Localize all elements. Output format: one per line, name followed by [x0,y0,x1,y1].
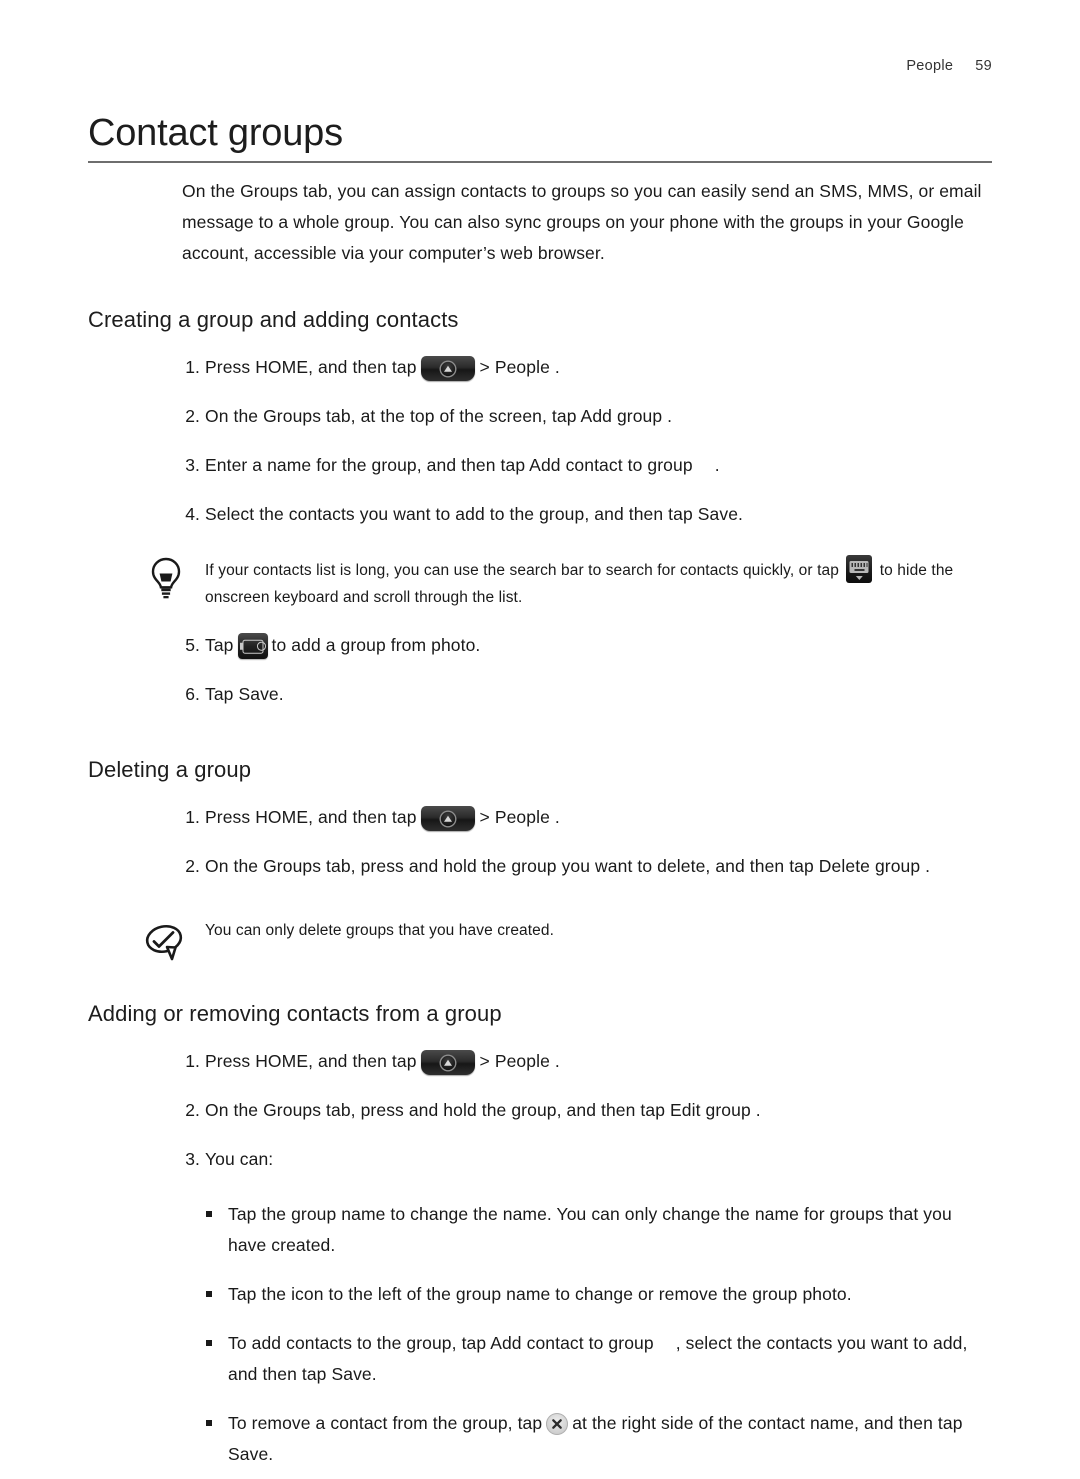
step-number: 3. [185,455,200,475]
bullet-text: Tap the group name to change the name. Y… [228,1204,952,1255]
step-item: 1. Press HOME, and then tap > People . [185,343,1010,392]
step-text: On the Groups tab, press and hold the gr… [205,856,931,876]
page-title: Contact groups [88,112,343,154]
list-item: To remove a contact from the group, tap a… [206,1399,992,1479]
camera-icon[interactable] [237,633,268,659]
step-text: On the Groups tab, press and hold the gr… [205,1100,761,1120]
note-bubble-icon [140,917,192,969]
step-item: 2. On the Groups tab, press and hold the … [185,1086,1010,1135]
lightbulb-icon [140,551,192,603]
step-item: 1. Press HOME, and then tap > People . [185,793,1010,842]
page-running-header: People 59 [906,58,992,74]
intro-paragraph: On the Groups tab, you can assign contac… [182,181,982,263]
step-number: 2. [185,406,200,426]
square-bullet-icon [206,1340,212,1346]
bullet-text: Tap the icon to the left of the group na… [228,1284,852,1304]
step-text-after: to add a group from photo. [271,635,481,655]
list-item: To add contacts to the group, tap Add co… [206,1319,992,1399]
step-number: 1. [185,357,200,377]
step-text: Tap [205,635,234,655]
title-divider [88,161,992,163]
bullet-text: To remove a contact from the group, tap [228,1413,543,1433]
step-number: 2. [185,1100,200,1120]
section-heading-adding-removing-contacts: Adding or removing contacts from a group [88,1001,502,1026]
step-text-after: > People . [479,1051,560,1071]
step-text-after: > People . [479,357,560,377]
step-number: 5. [185,635,200,655]
step-text-after: . [714,455,720,475]
header-chapter-label: People [906,58,954,74]
step-item: 1. Press HOME, and then tap > People . [185,1037,1010,1086]
step-number: 3. [185,1149,200,1169]
step-item: 2. On the Groups tab, press and hold the … [185,842,1010,891]
steps-list-creating-group: 1. Press HOME, and then tap > People . 2. O… [0,343,1080,539]
step-number: 4. [185,504,200,524]
step-text: Press HOME, and then tap [205,807,417,827]
home-button-icon[interactable] [420,1050,475,1075]
list-item: Tap the icon to the left of the group na… [206,1270,992,1319]
note-callout: You can only delete groups that you have… [140,917,1008,963]
square-bullet-icon [206,1291,212,1297]
list-item: Tap the group name to change the name. Y… [206,1190,992,1270]
document-body: On the Groups tab, you can assign contac… [0,176,1080,1479]
step-text: Tap Save. [205,684,284,704]
step-item: 3. Enter a name for the group, and then t… [185,441,1010,490]
step-text-after: > People . [479,807,560,827]
step-text: Enter a name for the group, and then tap… [205,455,693,475]
home-button-icon[interactable] [420,806,475,831]
steps-list-creating-group-continued: 5. Tap to add a group from photo. 6. Tap Sa… [0,621,1080,719]
step-text: Press HOME, and then tap [205,357,417,377]
step-number: 6. [185,684,200,704]
step-item: 3. You can: [185,1135,1010,1184]
square-bullet-icon [206,1211,212,1217]
step-number: 1. [185,807,200,827]
bullet-list-you-can: Tap the group name to change the name. Y… [0,1190,1080,1479]
square-bullet-icon [206,1420,212,1426]
step-number: 1. [185,1051,200,1071]
section-heading-creating-group: Creating a group and adding contacts [88,307,459,332]
step-item: 2. On the Groups tab, at the top of the s… [185,392,1010,441]
note-text: You can only delete groups that you have… [205,922,555,939]
close-circle-icon[interactable] [546,1413,569,1435]
step-text: Select the contacts you want to add to t… [205,504,743,524]
tip-text-before: If your contacts list is long, you can u… [205,562,839,579]
step-text: Press HOME, and then tap [205,1051,417,1071]
steps-list-adding-removing-contacts: 1. Press HOME, and then tap > People . 2. O… [0,1037,1080,1184]
steps-list-deleting-group: 1. Press HOME, and then tap > People . 2. O… [0,793,1080,891]
tip-callout: If your contacts list is long, you can u… [140,555,1008,611]
keyboard-icon[interactable] [846,555,873,583]
home-button-icon[interactable] [420,356,475,381]
step-text: On the Groups tab, at the top of the scr… [205,406,673,426]
bullet-text: To add contacts to the group, tap Add co… [228,1333,654,1353]
step-item: 5. Tap to add a group from photo. [185,621,1010,670]
step-text: You can: [205,1149,274,1169]
step-item: 4. Select the contacts you want to add to… [185,490,1010,539]
step-number: 2. [185,856,200,876]
header-page-number: 59 [975,58,992,74]
step-item: 6. Tap Save. [185,670,1010,719]
section-heading-deleting-group: Deleting a group [88,757,252,782]
